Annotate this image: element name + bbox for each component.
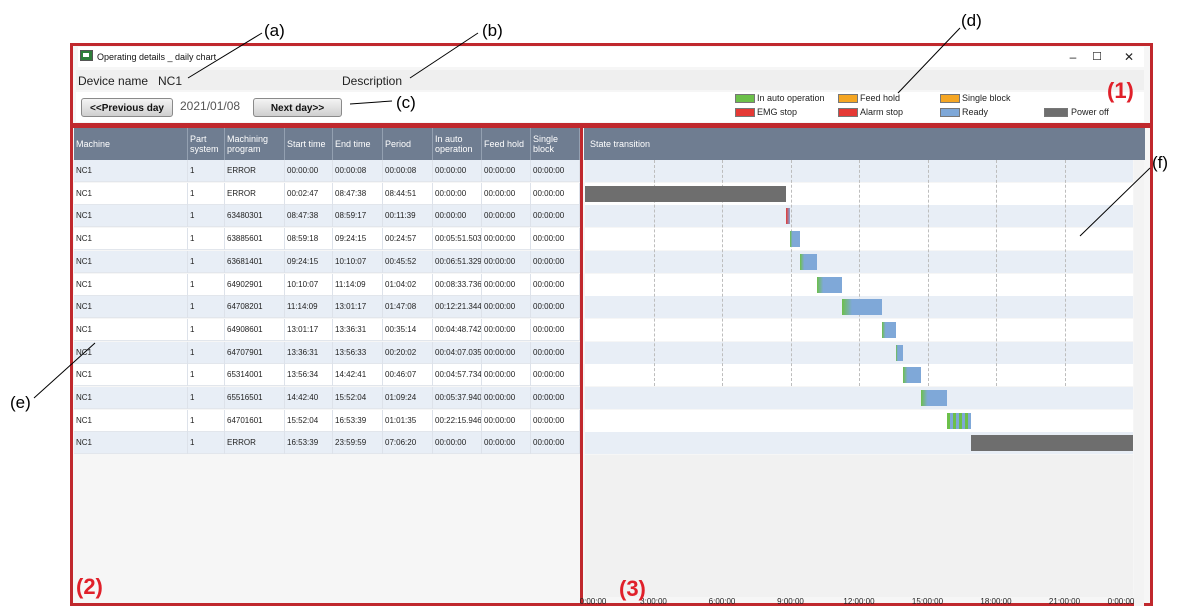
callout-c: (c) — [396, 93, 416, 112]
callout-lines — [33, 27, 1151, 399]
region-label-1: (1) — [1107, 78, 1134, 103]
callout-b: (b) — [482, 21, 503, 40]
region-label-3: (3) — [619, 576, 646, 601]
callout-e: (e) — [10, 393, 31, 412]
callout-d: (d) — [961, 11, 982, 30]
region-label-2: (2) — [76, 574, 103, 599]
callout-f: (f) — [1152, 153, 1169, 172]
callout-a: (a) — [264, 21, 285, 40]
